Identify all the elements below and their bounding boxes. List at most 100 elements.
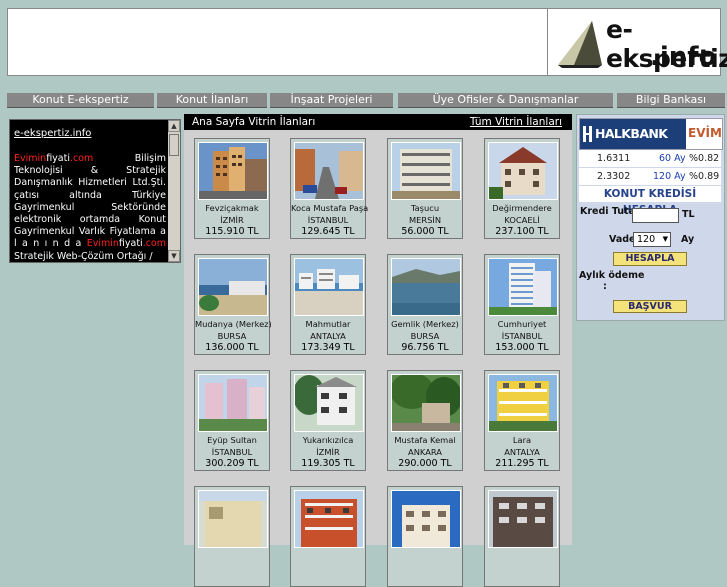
rate-factor: 1.6311 bbox=[597, 153, 631, 164]
listing-card[interactable]: Değirmendere KOCAELİ 237.100 TL bbox=[484, 138, 560, 239]
listing-district: Koca Mustafa Paşa bbox=[291, 203, 369, 213]
listing-photo[interactable] bbox=[198, 374, 268, 432]
pyramid-logo-icon bbox=[558, 21, 602, 68]
info-text-2: Stratejik Web-Çözüm Ortağı / bbox=[14, 250, 153, 262]
listing-card[interactable] bbox=[387, 486, 463, 587]
amount-input[interactable] bbox=[632, 208, 679, 223]
listing-city: İZMİR bbox=[316, 447, 340, 457]
rate-percent: %0.82 bbox=[689, 153, 720, 164]
brand-white: fiyati bbox=[46, 153, 70, 164]
listing-photo[interactable] bbox=[198, 142, 268, 200]
calculate-button[interactable]: HESAPLA bbox=[613, 252, 687, 266]
listing-district: Mustafa Kemal bbox=[394, 435, 456, 445]
term-select[interactable]: 120 ▼ bbox=[633, 232, 671, 247]
listing-photo[interactable] bbox=[294, 490, 364, 548]
apply-button[interactable]: BAŞVUR bbox=[613, 300, 687, 313]
listing-city: İZMİR bbox=[220, 215, 244, 225]
listing-district: Gemlik (Merkez) bbox=[391, 319, 459, 329]
listing-photo[interactable] bbox=[294, 258, 364, 316]
header-banner: e-ekspertiz .info bbox=[7, 8, 727, 76]
info-box-text: Eviminfiyati.com Bilişim Teknolojisi & S… bbox=[14, 153, 166, 262]
listing-price: 300.209 TL bbox=[205, 458, 259, 469]
halkbank-widget: HALKBANK EVİM 1.6311 60 Ay %0.82 2.3302 … bbox=[576, 114, 725, 321]
rate-factor: 2.3302 bbox=[597, 171, 631, 182]
listing-photo[interactable] bbox=[391, 374, 461, 432]
listing-city: ANTALYA bbox=[504, 447, 540, 457]
listing-city: ANTALYA bbox=[310, 331, 346, 341]
listing-card[interactable] bbox=[194, 486, 270, 587]
scrollbar-thumb[interactable] bbox=[169, 134, 179, 156]
rate-months: 60 Ay bbox=[659, 153, 686, 164]
listing-city: ANKARA bbox=[408, 447, 442, 457]
listing-district: Taşucu bbox=[410, 203, 440, 213]
brand-white-2: fiyati bbox=[118, 238, 143, 250]
listing-card[interactable]: Yukarıkızılca İZMİR 119.305 TL bbox=[290, 370, 366, 471]
listing-price: 211.295 TL bbox=[495, 458, 549, 469]
nav-insaat-projeleri[interactable]: İnşaat Projeleri bbox=[270, 93, 393, 108]
listing-photo[interactable] bbox=[391, 258, 461, 316]
listing-photo[interactable] bbox=[198, 490, 268, 548]
brand-red: Evimin bbox=[14, 153, 47, 164]
listing-card[interactable] bbox=[290, 486, 366, 587]
info-box-title[interactable]: e-ekspertiz.info bbox=[14, 128, 91, 139]
nav-bilgi-bankasi[interactable]: Bilgi Bankası bbox=[617, 93, 725, 108]
listing-district: Mudanya (Merkez) bbox=[195, 319, 272, 329]
listing-card[interactable]: Koca Mustafa Paşa İSTANBUL 129.645 TL bbox=[290, 138, 369, 239]
listing-card[interactable]: Taşucu MERSİN 56.000 TL bbox=[387, 138, 463, 239]
showcase-header: Ana Sayfa Vitrin İlanları Tüm Vitrin İla… bbox=[184, 114, 572, 130]
listing-card[interactable]: Fevziçakmak İZMİR 115.910 TL bbox=[194, 138, 270, 239]
nav-konut-ilanlari[interactable]: Konut İlanları bbox=[157, 93, 267, 108]
listing-card[interactable]: Lara ANTALYA 211.295 TL bbox=[484, 370, 560, 471]
listing-card[interactable]: Mustafa Kemal ANKARA 290.000 TL bbox=[387, 370, 463, 471]
all-listings-link[interactable]: Tüm Vitrin İlanları bbox=[470, 114, 562, 130]
nav-uye-ofisler[interactable]: Üye Ofisler & Danışmanlar bbox=[398, 93, 613, 108]
listing-card[interactable]: Eyüp Sultan İSTANBUL 300.209 TL bbox=[194, 370, 270, 471]
listing-price: 56.000 TL bbox=[401, 226, 449, 237]
halkbank-logo[interactable]: HALKBANK EVİM bbox=[579, 118, 723, 150]
listing-city: İSTANBUL bbox=[307, 215, 349, 225]
listing-card[interactable]: Mahmutlar ANTALYA 173.349 TL bbox=[290, 254, 366, 355]
main-nav: Konut E-ekspertiz Konut İlanları İnşaat … bbox=[0, 93, 727, 108]
listing-photo[interactable] bbox=[391, 142, 461, 200]
listing-price: 153.000 TL bbox=[495, 342, 549, 353]
listing-district: Lara bbox=[512, 435, 532, 445]
listing-price: 136.000 TL bbox=[205, 342, 259, 353]
brand-red-2: Evimin bbox=[86, 238, 119, 250]
site-logo[interactable]: e-ekspertiz .info bbox=[547, 9, 727, 75]
listing-card[interactable]: Gemlik (Merkez) BURSA 96.756 TL bbox=[387, 254, 463, 355]
listing-card[interactable] bbox=[484, 486, 560, 587]
listing-card[interactable]: Cumhuriyet İSTANBUL 153.000 TL bbox=[484, 254, 560, 355]
listing-price: 96.756 TL bbox=[401, 342, 449, 353]
rate-row: 2.3302 120 Ay %0.89 bbox=[579, 168, 721, 185]
listing-photo[interactable] bbox=[198, 258, 268, 316]
listing-photo[interactable] bbox=[488, 142, 558, 200]
listing-price: 115.910 TL bbox=[205, 226, 259, 237]
scroll-up-arrow-icon[interactable]: ▲ bbox=[168, 120, 180, 132]
info-text-1: Bilişim Teknolojisi & Stratejik Danışman… bbox=[14, 153, 166, 250]
monthly-payment-colon: : bbox=[603, 281, 607, 292]
listing-district: Mahmutlar bbox=[305, 319, 351, 329]
listing-card[interactable]: Mudanya (Merkez) BURSA 136.000 TL bbox=[194, 254, 272, 355]
listing-photo[interactable] bbox=[294, 142, 364, 200]
logo-text-tld: .info bbox=[650, 42, 717, 72]
listing-price: 119.305 TL bbox=[301, 458, 355, 469]
currency-label: TL bbox=[682, 209, 695, 220]
loan-calc-title: KONUT KREDİSİ HESAPLA bbox=[579, 186, 721, 216]
rate-percent: %0.89 bbox=[689, 171, 720, 182]
listing-district: Eyüp Sultan bbox=[207, 435, 257, 445]
scroll-down-arrow-icon[interactable]: ▼ bbox=[168, 250, 180, 262]
rate-row: 1.6311 60 Ay %0.82 bbox=[579, 150, 721, 167]
monthly-payment-label: Aylık ödeme bbox=[579, 270, 645, 281]
listing-district: Cumhuriyet bbox=[497, 319, 547, 329]
listing-city: BURSA bbox=[410, 331, 440, 341]
listing-photo[interactable] bbox=[391, 490, 461, 548]
listing-photo[interactable] bbox=[488, 374, 558, 432]
listing-city: İSTANBUL bbox=[211, 447, 253, 457]
listing-photo[interactable] bbox=[488, 258, 558, 316]
listing-photo[interactable] bbox=[488, 490, 558, 548]
nav-konut-e-ekspertiz[interactable]: Konut E-ekspertiz bbox=[7, 93, 154, 108]
info-box: e-ekspertiz.info Eviminfiyati.com Bilişi… bbox=[9, 119, 181, 263]
info-box-scrollbar[interactable]: ▲ ▼ bbox=[168, 120, 180, 262]
brand-red-tld: .com bbox=[69, 153, 94, 164]
listing-photo[interactable] bbox=[294, 374, 364, 432]
